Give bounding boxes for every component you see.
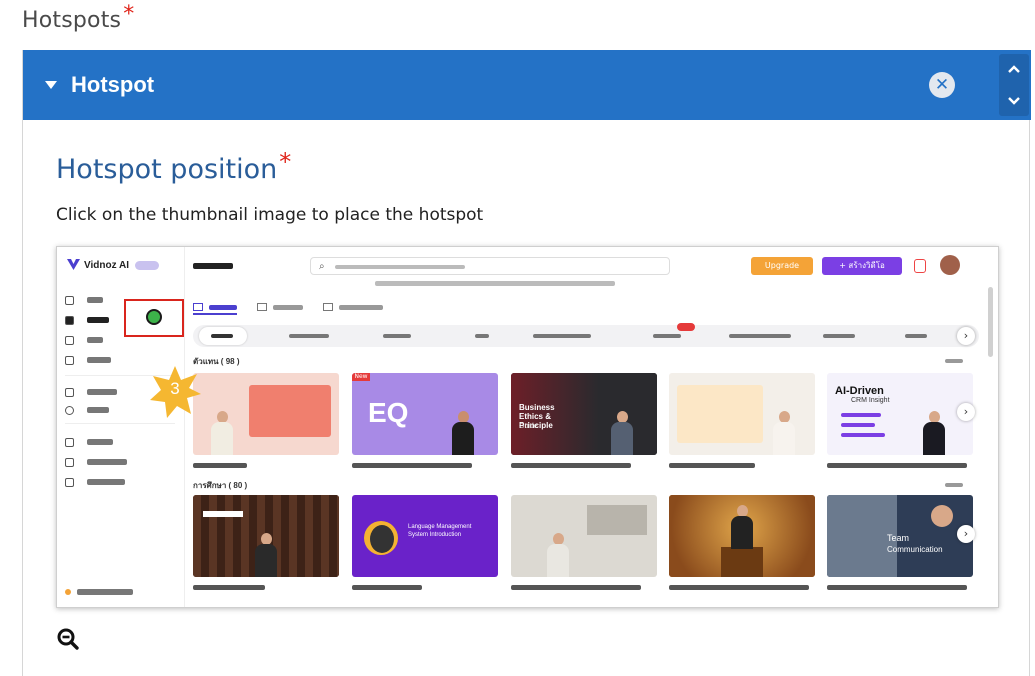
hotspots-label-text: Hotspots (22, 8, 122, 33)
hotspot-panel-header[interactable]: Hotspot ✕ (23, 50, 1031, 120)
thumb-next-icon: › (957, 525, 975, 543)
thumb-card-title-7: Language Management System Introduction (408, 524, 472, 538)
panel-title: Hotspot (71, 72, 155, 97)
thumb-next-icon: › (957, 327, 975, 345)
thumb-card-title-5: AI-Driven (835, 385, 884, 397)
thumb-card: Language Management System Introduction (352, 495, 498, 577)
hotspot-number-star: 3 (147, 364, 203, 420)
caret-down-icon[interactable] (45, 81, 57, 89)
hotspot-panel: Hotspot ✕ Hotspot position* Click on the… (22, 50, 1031, 676)
thumb-card (193, 495, 339, 577)
field-description: Click on the thumbnail image to place th… (56, 205, 484, 225)
thumb-card: Business Ethics & Principle Guide (511, 373, 657, 455)
thumb-upgrade-button: Upgrade (751, 257, 813, 275)
thumb-nav-item (65, 587, 175, 599)
thumb-avatar (940, 255, 960, 275)
thumb-grid-icon (193, 303, 203, 311)
search-icon: ⌕ (319, 261, 325, 272)
chevron-down-icon[interactable] (1006, 92, 1022, 108)
hotspot-marker[interactable] (146, 309, 162, 325)
thumb-card (511, 495, 657, 577)
field-title-text: Hotspot position (56, 154, 278, 185)
required-asterisk: * (123, 2, 135, 27)
hotspot-selection-box[interactable] (124, 299, 184, 337)
hotspots-section-label: Hotspots* (22, 2, 134, 33)
thumb-search-bar: ⌕ (310, 257, 670, 275)
thumb-badge (135, 261, 159, 270)
thumb-row-label-2: การศึกษา ( 80 ) (193, 481, 248, 490)
thumb-card (669, 373, 815, 455)
thumb-category-tabs (193, 323, 979, 347)
thumb-next-icon: › (957, 403, 975, 421)
thumb-nav-item (65, 437, 175, 449)
vidnoz-logo-icon (67, 259, 80, 270)
thumb-bell-icon (914, 259, 926, 273)
thumb-card: Team Communication (827, 495, 973, 577)
required-asterisk: * (279, 148, 292, 176)
thumb-card (669, 495, 815, 577)
close-circle-icon[interactable]: ✕ (929, 72, 955, 98)
thumb-create-button: + สร้างวิดีโอ (822, 257, 902, 275)
thumb-brand: Vidnoz AI (84, 260, 129, 271)
thumb-card (193, 373, 339, 455)
thumb-nav-item (65, 457, 175, 469)
thumb-scrollbar (988, 287, 993, 357)
chevron-up-icon[interactable] (1006, 62, 1022, 78)
hotspot-number: 3 (170, 379, 180, 398)
zoom-out-icon[interactable] (56, 627, 80, 651)
thumb-card-sub-10: Communication (887, 545, 943, 554)
thumb-card-eq: EQ (368, 397, 409, 428)
reorder-arrows (999, 54, 1029, 116)
thumb-new-badge: New (352, 373, 370, 381)
thumb-card: New EQ (352, 373, 498, 455)
thumb-card-title-10: Team (887, 533, 910, 543)
thumb-card-sub-3: Guide (519, 423, 538, 430)
thumb-search-tags (375, 281, 615, 286)
thumb-page-title (193, 263, 233, 269)
thumb-card: AI-Driven CRM Insight (827, 373, 973, 455)
thumb-nav-item (65, 477, 175, 489)
thumb-card-sub-5: CRM Insight (851, 397, 890, 404)
hotspot-position-title: Hotspot position* (56, 148, 291, 185)
thumbnail-image[interactable]: Vidnoz AI ⌕ Upgrade + สร้างวิดีโอ › ตัวแ… (56, 246, 999, 608)
